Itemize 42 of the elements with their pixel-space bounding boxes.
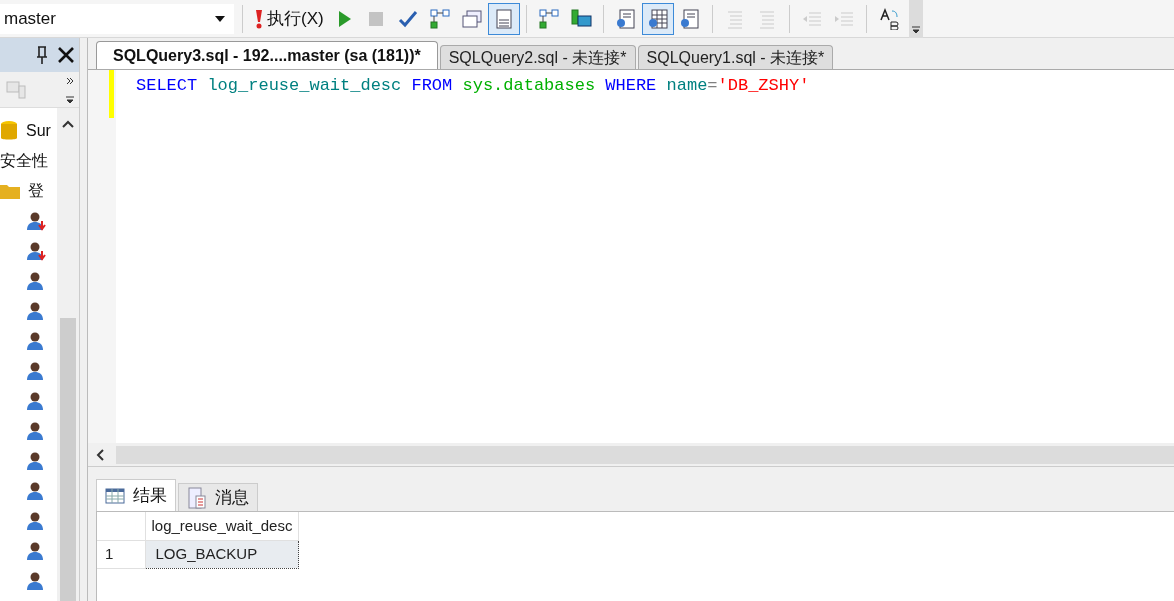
tree-item[interactable]: 登 (28, 179, 44, 203)
scroll-left-icon[interactable] (96, 448, 104, 461)
replace-icon (877, 7, 900, 30)
grid-icon (105, 487, 125, 504)
database-icon (0, 120, 18, 142)
document-icon (678, 7, 701, 30)
document-icon (614, 7, 637, 30)
horizontal-scrollbar[interactable] (88, 443, 1174, 467)
toolbar-overflow[interactable] (908, 0, 923, 38)
toolbar-button[interactable] (641, 2, 674, 35)
user-arrow-icon (26, 211, 48, 231)
diagram-icon (537, 7, 560, 30)
toolbar-button[interactable] (487, 2, 520, 35)
sql-code-line: SELECT log_reuse_wait_desc FROM sys.databases WHERE name='DB_ZSHY' (136, 75, 810, 97)
document-tab[interactable]: SQLQuery2.sql - 未连接* (439, 45, 636, 69)
folder-icon (0, 183, 20, 199)
exclamation-icon (255, 7, 263, 30)
grid-icon (646, 7, 669, 30)
overflow-icon (910, 25, 921, 34)
diagram-icon (428, 7, 451, 30)
document-tab[interactable]: SQLQuery3.sql - 192....master (sa (181))* (96, 41, 438, 69)
column-header: log_reuse_wait_desc (145, 512, 299, 540)
change-marker (109, 70, 114, 118)
pin-icon[interactable] (35, 45, 49, 65)
row-number: 1 (97, 540, 145, 568)
close-icon[interactable] (57, 46, 75, 64)
execute-button[interactable]: 执行(X) (251, 3, 328, 34)
dropdown-arrow-icon[interactable] (214, 14, 226, 23)
table-cell[interactable]: LOG_BACKUP (145, 540, 299, 568)
document-tab[interactable]: SQLQuery1.sql - 未连接* (637, 45, 834, 69)
document-icon (187, 486, 207, 509)
results-tab[interactable]: 消息 (178, 483, 258, 511)
tree-item[interactable]: Sur (26, 119, 51, 143)
monitor-icon (569, 7, 592, 30)
scroll-up-icon[interactable] (62, 120, 74, 128)
code-editor[interactable]: SELECT log_reuse_wait_desc FROM sys.databases WHERE name='DB_ZSHY' (88, 70, 1174, 443)
database-dropdown[interactable]: master (0, 3, 234, 34)
tree-item[interactable]: 安全性 (0, 149, 48, 173)
user-arrow-icon (26, 241, 48, 261)
windows-icon (460, 7, 483, 30)
results-tab[interactable]: 结果 (96, 479, 176, 511)
scrollbar[interactable] (57, 108, 79, 601)
